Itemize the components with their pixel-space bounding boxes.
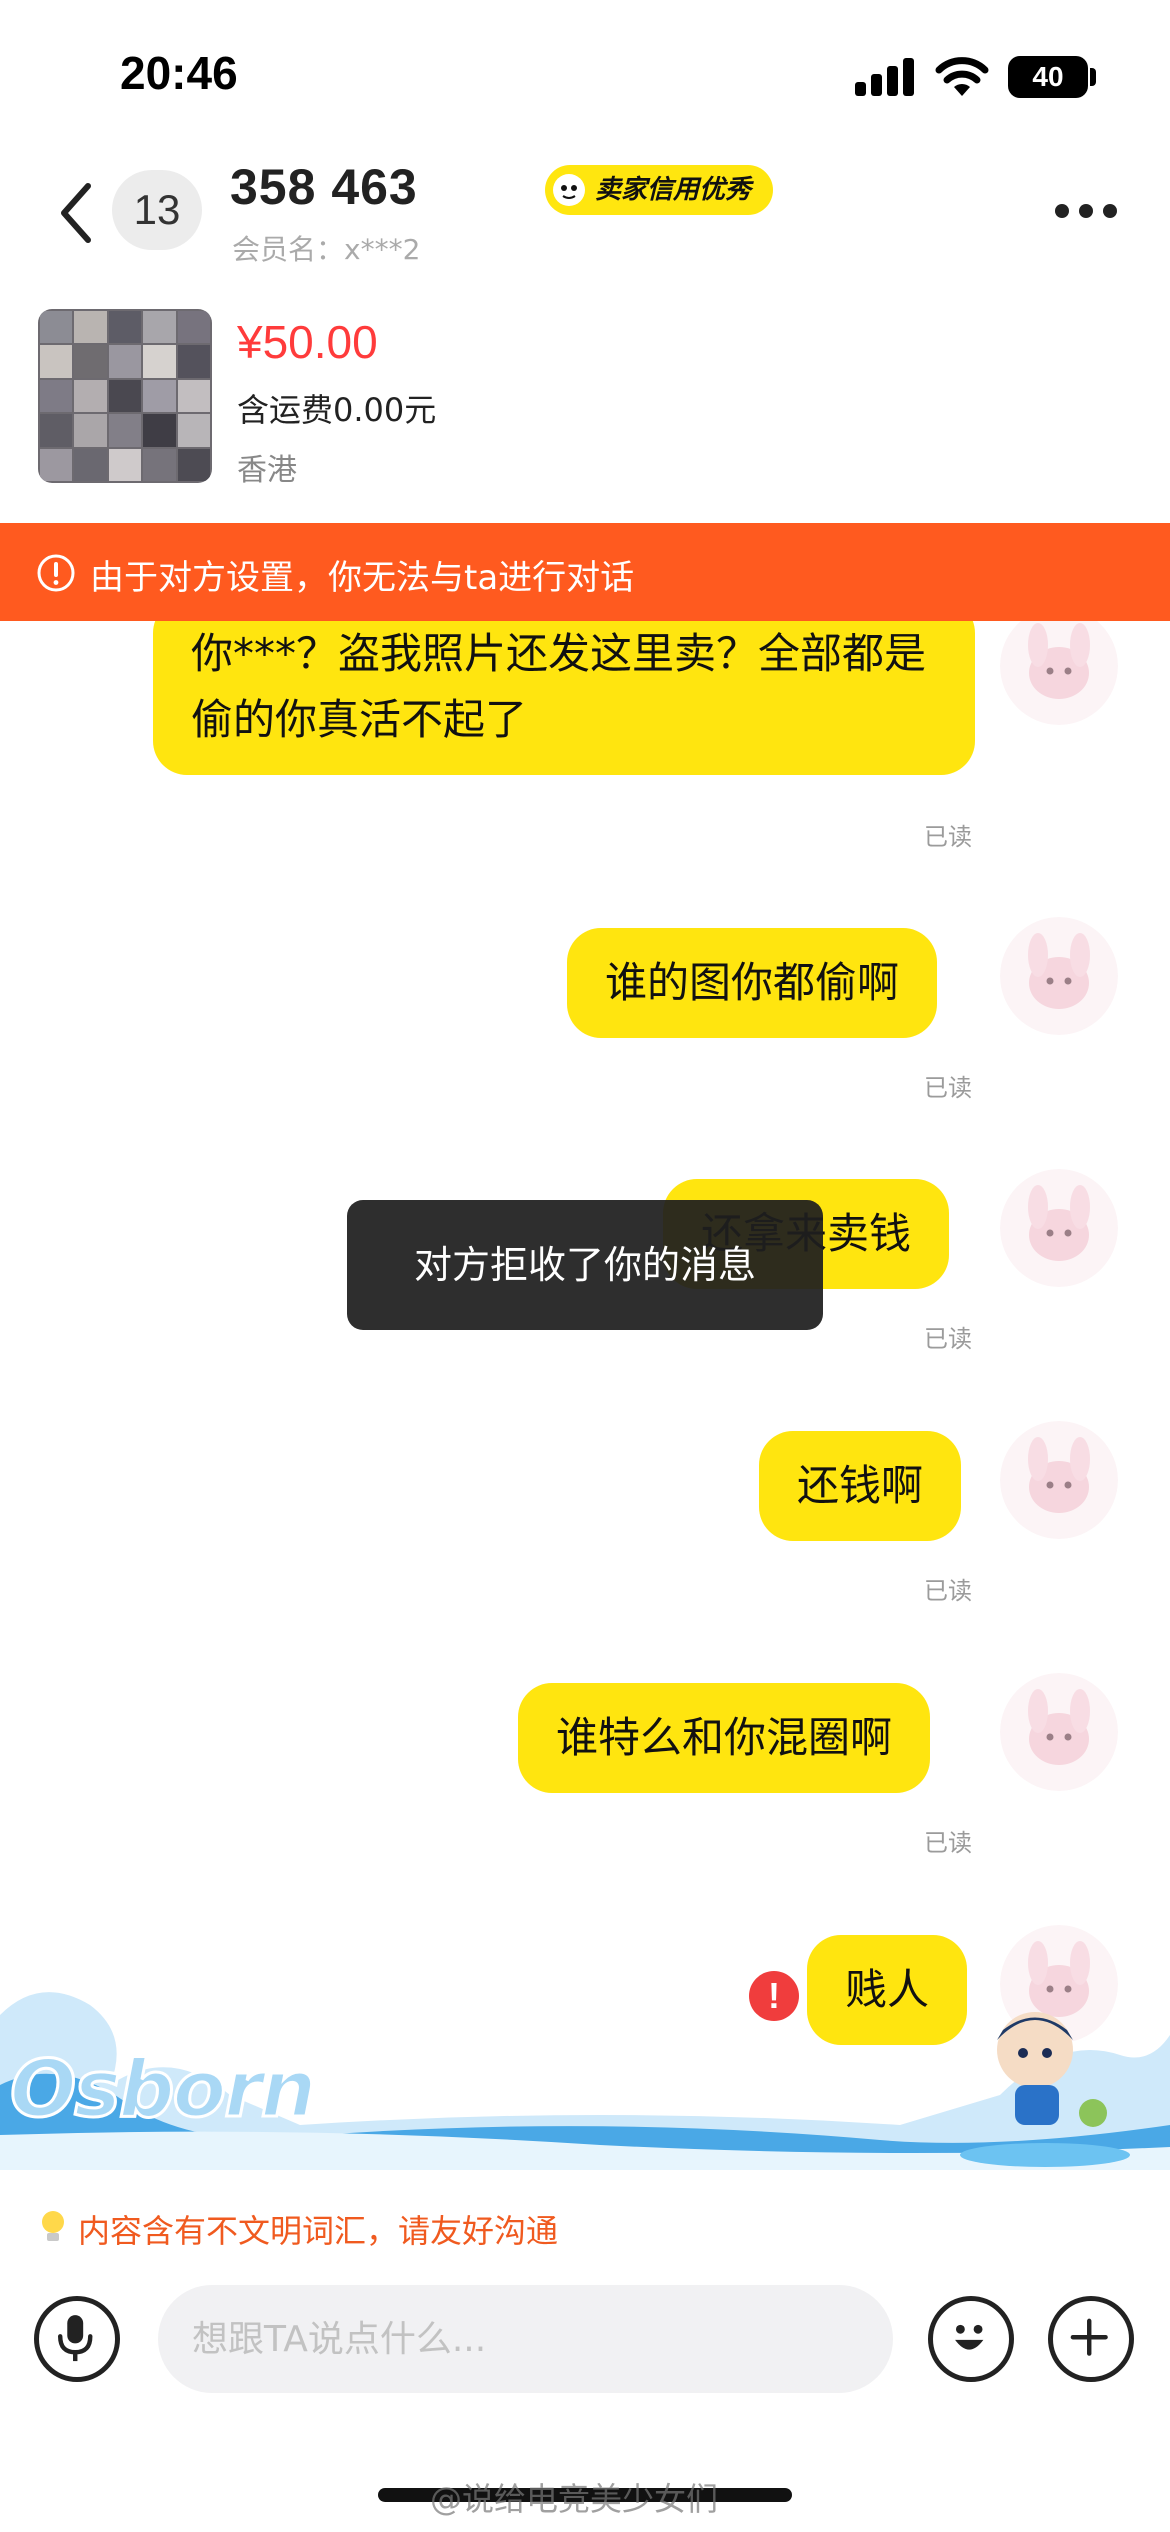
read-status: 已读 [924, 1829, 972, 1857]
contact-name: 358 463 [230, 159, 418, 215]
message-bubble[interactable]: 谁特么和你混圈啊 [518, 1683, 931, 1793]
message-bubble[interactable]: 你***？盗我照片还发这里卖？全部都是偷的你真活不起了 [153, 621, 975, 775]
product-thumbnail[interactable] [38, 309, 212, 483]
civility-tip-text: 内容含有不文明词汇，请友好沟通 [78, 2212, 559, 2250]
user-avatar[interactable] [1000, 621, 1118, 725]
member-name: 会员名：x***2 [232, 233, 421, 266]
rejected-toast: 对方拒收了你的消息 [347, 1200, 823, 1330]
osborn-logo: Osborn [8, 2044, 317, 2137]
add-attachment-button[interactable] [1048, 2296, 1134, 2382]
user-avatar[interactable] [1000, 917, 1118, 1035]
blocked-warning-banner: 由于对方设置，你无法与ta进行对话 [0, 523, 1170, 621]
read-status: 已读 [924, 1325, 972, 1353]
back-icon[interactable] [52, 178, 102, 248]
voice-input-button[interactable] [34, 2296, 120, 2382]
read-status: 已读 [924, 823, 972, 851]
chat-message-list[interactable]: 你***？盗我照片还发这里卖？全部都是偷的你真活不起了 已读 谁的图你都偷啊 已… [0, 621, 1170, 2171]
cellular-signal-icon [855, 56, 915, 96]
message-bubble[interactable]: 谁的图你都偷啊 [567, 928, 938, 1038]
more-options-icon[interactable] [1055, 200, 1125, 220]
read-status: 已读 [924, 1074, 972, 1102]
read-status: 已读 [924, 1577, 972, 1605]
emoji-button[interactable] [928, 2296, 1014, 2382]
seller-credit-badge[interactable]: 卖家信用优秀 [545, 165, 774, 215]
user-avatar[interactable] [1000, 1421, 1118, 1539]
fish-mascot-icon [553, 174, 585, 206]
civility-tip: 内容含有不文明词汇，请友好沟通 [0, 2190, 1170, 2270]
lightbulb-icon [42, 2211, 64, 2241]
battery-icon: 40 [1008, 56, 1088, 98]
status-time: 20:46 [120, 47, 238, 99]
message-input[interactable] [158, 2285, 893, 2393]
unread-count-badge[interactable]: 13 [112, 170, 202, 250]
alert-circle-icon [37, 554, 75, 592]
wifi-icon [935, 57, 989, 96]
credit-badge-label: 卖家信用优秀 [595, 175, 752, 205]
blocked-warning-text: 由于对方设置，你无法与ta进行对话 [90, 558, 635, 598]
user-avatar[interactable] [1000, 1169, 1118, 1287]
weibo-watermark: @说给电竞美少女们 [430, 2480, 719, 2518]
product-price: ¥50.00 [237, 316, 378, 368]
battery-tip [1090, 68, 1096, 86]
chat-header: 13 358 463 卖家信用优秀 会员名：x***2 [0, 150, 1170, 280]
product-location: 香港 [237, 453, 297, 488]
product-card[interactable]: ¥50.00 含运费0.00元 香港 [0, 305, 1170, 495]
shipping-fee: 含运费0.00元 [237, 391, 437, 429]
message-input-bar [0, 2280, 1170, 2400]
user-avatar[interactable] [1000, 1673, 1118, 1791]
message-bubble[interactable]: 还钱啊 [759, 1431, 962, 1541]
status-bar: 20:46 40 [0, 0, 1170, 150]
